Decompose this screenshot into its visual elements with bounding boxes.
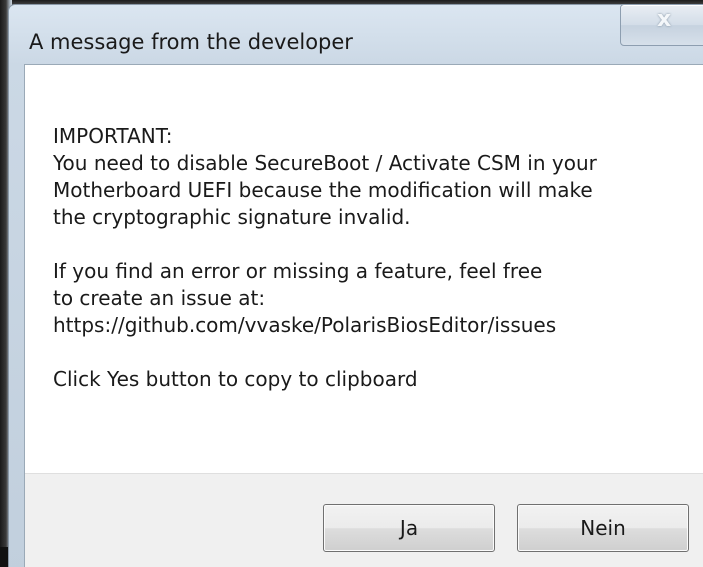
message-line: IMPORTANT:	[53, 124, 173, 148]
message-line: Click Yes button to copy to clipboard	[53, 367, 418, 391]
message-line: You need to disable SecureBoot / Activat…	[53, 151, 597, 175]
screen: A message from the developer x IMPORTANT…	[0, 0, 703, 567]
button-bar: Ja Nein	[25, 473, 703, 567]
message-line: If you find an error or missing a featur…	[53, 259, 543, 283]
window-title: A message from the developer	[29, 30, 353, 54]
message-line: Motherboard UEFI because the modificatio…	[53, 178, 593, 202]
title-bar[interactable]: A message from the developer	[16, 8, 616, 60]
message-text: IMPORTANT: You need to disable SecureBoo…	[53, 123, 693, 393]
close-icon: x	[657, 7, 672, 32]
message-line: the cryptographic signature invalid.	[53, 205, 411, 229]
yes-button[interactable]: Ja	[323, 504, 495, 552]
message-url: https://github.com/vvaske/PolarisBiosEdi…	[53, 313, 557, 337]
close-button[interactable]: x	[620, 4, 703, 46]
dialog-client-area: IMPORTANT: You need to disable SecureBoo…	[24, 64, 703, 567]
message-line: to create an issue at:	[53, 286, 266, 310]
no-button[interactable]: Nein	[517, 504, 689, 552]
